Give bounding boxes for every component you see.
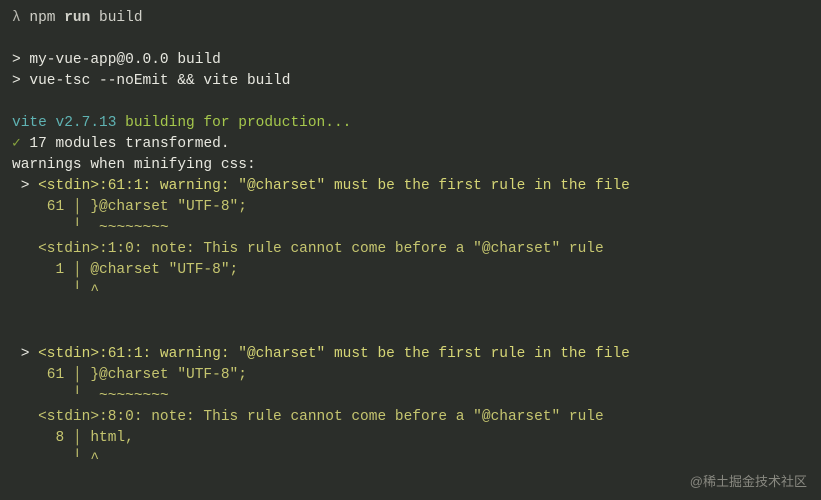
warning-2-code: 61 │ }@charset "UTF-8"; [12,365,809,386]
modules-transformed: ✓ 17 modules transformed. [12,134,809,155]
cmd-run: run [64,10,90,26]
vite-version: vite v2.7.13 [12,115,116,131]
blank-line [12,29,809,50]
warning-1-note-caret: ╵ ^ [12,281,809,302]
warning-1-note: <stdin>:1:0: note: This rule cannot come… [12,239,809,260]
npm-script-line-2: > vue-tsc --noEmit && vite build [12,71,809,92]
warning-1-caret: ╵ ~~~~~~~~ [12,218,809,239]
blank-line [12,92,809,113]
cmd-build: build [99,10,143,26]
npm-script-line-1: > my-vue-app@0.0.0 build [12,50,809,71]
warning-1-code: 61 │ }@charset "UTF-8"; [12,197,809,218]
blank-line [12,323,809,344]
warning-2-location: > <stdin>:61:1: warning: "@charset" must… [12,344,809,365]
prompt-symbol: λ [12,10,21,26]
warning-2-caret: ╵ ~~~~~~~~ [12,386,809,407]
warnings-header: warnings when minifying css: [12,155,809,176]
watermark-text: @稀土掘金技术社区 [690,473,807,492]
warning-2-note-code: 8 │ html, [12,428,809,449]
vite-building-msg: building for production... [116,115,351,131]
warning-2-note: <stdin>:8:0: note: This rule cannot come… [12,407,809,428]
warning-2-note-caret: ╵ ^ [12,449,809,470]
command-line[interactable]: λ npm run build [12,8,809,29]
warning-1-location: > <stdin>:61:1: warning: "@charset" must… [12,176,809,197]
warning-1-note-code: 1 │ @charset "UTF-8"; [12,260,809,281]
check-icon: ✓ [12,136,21,152]
cmd-npm: npm [29,10,55,26]
vite-header: vite v2.7.13 building for production... [12,113,809,134]
blank-line [12,302,809,323]
